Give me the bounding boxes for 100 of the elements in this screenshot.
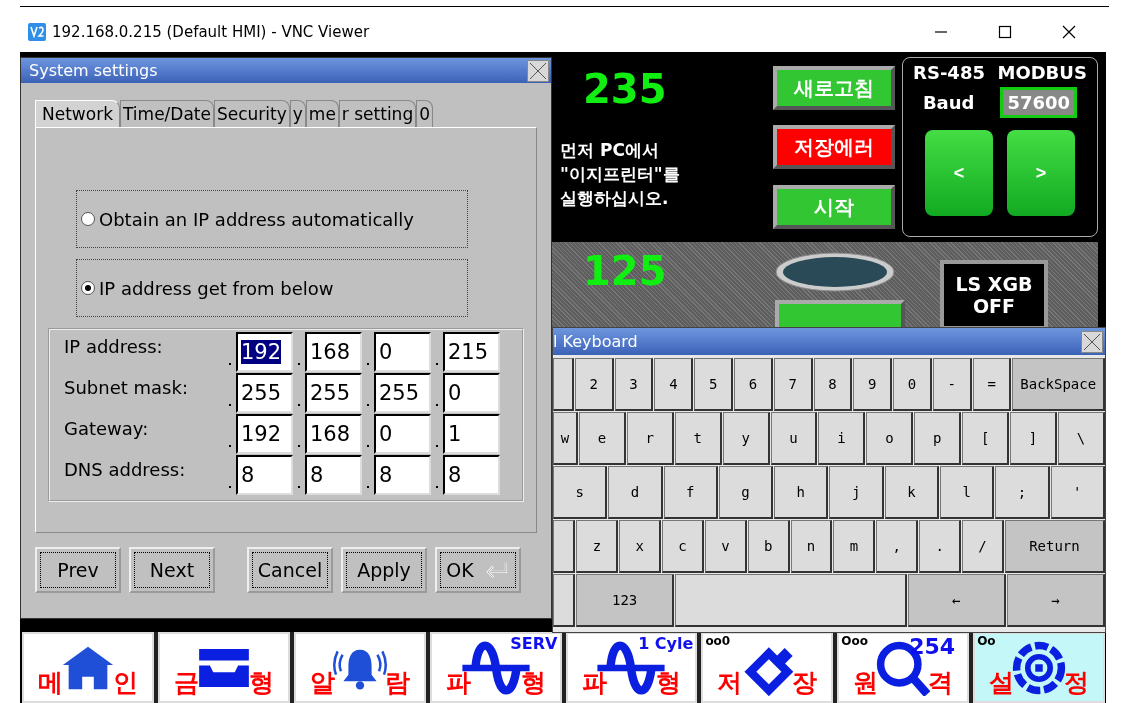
keyboard-key[interactable] (553, 574, 576, 627)
keyboard-key[interactable]: → (1006, 574, 1105, 627)
keyboard-key[interactable]: g (718, 466, 774, 519)
input-field[interactable]: 192 (236, 414, 293, 454)
input-field[interactable]: 8 (305, 455, 362, 495)
keyboard-key[interactable]: - (932, 358, 972, 411)
nav-button[interactable]: Oo 설 정 (973, 632, 1105, 703)
keyboard-key[interactable]: [ (962, 412, 1010, 465)
keyboard-key[interactable]: p (914, 412, 962, 465)
keyboard-key[interactable]: y (722, 412, 770, 465)
input-field[interactable]: 255 (305, 373, 362, 413)
tab[interactable]: Time/Date (120, 100, 214, 127)
keyboard-key[interactable]: 4 (654, 358, 694, 411)
keyboard-key[interactable]: 9 (853, 358, 893, 411)
nav-label: 메 (38, 667, 63, 699)
input-field[interactable]: 8 (236, 455, 293, 495)
keyboard-key[interactable] (553, 358, 574, 411)
nav-button[interactable]: 1 Cyle 파 형 (565, 632, 698, 703)
keyboard-key[interactable]: h (774, 466, 829, 519)
keyboard-key[interactable]: d (608, 466, 663, 519)
tab[interactable]: Security (213, 100, 290, 127)
counter-value: 125 (583, 248, 667, 294)
keyboard-key[interactable]: 0 (893, 358, 932, 411)
keyboard-key[interactable]: = (972, 358, 1012, 411)
dialog-button[interactable]: Cancel (247, 547, 333, 593)
keyboard-key[interactable]: ] (1010, 412, 1057, 465)
nav-button[interactable]: 금 형 (157, 632, 290, 703)
keyboard-key[interactable]: t (674, 412, 722, 465)
keyboard-key[interactable]: k (884, 466, 940, 519)
keyboard-key[interactable]: s (553, 466, 608, 519)
keyboard-key[interactable]: BackSpace (1012, 358, 1105, 411)
keyboard-key[interactable]: j (829, 466, 884, 519)
window-title: 192.168.0.215 (Default HMI) - VNC Viewer (52, 23, 370, 41)
keyboard-key[interactable]: z (576, 520, 619, 573)
keyboard-key[interactable]: 8 (813, 358, 853, 411)
maximize-icon[interactable] (998, 25, 1012, 39)
keyboard-key[interactable]: w (553, 412, 578, 465)
keyboard-key[interactable]: f (663, 466, 718, 519)
nav-button[interactable]: Ooo 254 원 격 (837, 632, 970, 703)
nav-label: 원 (853, 667, 879, 699)
keyboard-key[interactable]: x (619, 520, 662, 573)
tab[interactable]: r setting (338, 100, 417, 127)
keyboard-key[interactable]: , (876, 520, 919, 573)
keyboard-key[interactable]: 3 (614, 358, 654, 411)
dialog-button[interactable]: Prev (35, 547, 121, 593)
keyboard-key[interactable]: n (790, 520, 833, 573)
radio-button[interactable] (81, 281, 95, 295)
baud-value: 57600 (1000, 87, 1078, 118)
nav-button[interactable]: SERV 파 형 (429, 632, 562, 703)
input-field[interactable]: 215 (443, 332, 500, 372)
keyboard-key[interactable]: i (818, 412, 866, 465)
tab[interactable]: me (305, 100, 339, 127)
keyboard-key[interactable]: l (940, 466, 995, 519)
nav-button[interactable]: oo0 저 장 (701, 632, 834, 703)
keyboard-key[interactable]: ' (1050, 466, 1105, 519)
tab[interactable]: 0 (416, 100, 434, 127)
input-field[interactable]: 168 (305, 332, 362, 372)
dialog-button[interactable]: Apply (341, 547, 427, 593)
keyboard-key[interactable] (553, 520, 576, 573)
dialog-button[interactable]: OK (435, 547, 521, 593)
input-field[interactable]: 0 (374, 414, 431, 454)
keyboard-key[interactable]: u (770, 412, 818, 465)
close-icon[interactable] (1062, 25, 1076, 39)
keyboard-key[interactable]: 6 (734, 358, 773, 411)
keyboard-key[interactable]: Return (1004, 520, 1105, 573)
keyboard-key[interactable]: o (866, 412, 914, 465)
tab[interactable]: Network (35, 100, 120, 127)
keyboard-key[interactable]: b (747, 520, 790, 573)
input-field[interactable]: 255 (374, 373, 431, 413)
keyboard-key[interactable]: . (919, 520, 961, 573)
keyboard-key[interactable]: ; (995, 466, 1050, 519)
keyboard-key[interactable]: m (833, 520, 876, 573)
input-field[interactable]: 0 (374, 332, 431, 372)
keyboard-key[interactable]: c (662, 520, 704, 573)
nav-button[interactable]: 메 인 (22, 632, 154, 703)
nav-label: 정 (1064, 667, 1089, 699)
keyboard-key[interactable]: r (626, 412, 674, 465)
nav-label: 저 (717, 667, 743, 699)
nav-button[interactable]: 알 람 (293, 632, 426, 703)
input-field[interactable]: 8 (443, 455, 500, 495)
input-field[interactable]: 8 (374, 455, 431, 495)
input-field[interactable]: 255 (236, 373, 293, 413)
input-field[interactable]: 0 (443, 373, 500, 413)
keyboard-key[interactable]: v (704, 520, 747, 573)
input-field[interactable]: 192 (236, 332, 293, 372)
keyboard-key[interactable]: 5 (694, 358, 733, 411)
keyboard-key[interactable]: 2 (574, 358, 614, 411)
keyboard-key[interactable]: ← (907, 574, 1006, 627)
input-field[interactable]: 168 (305, 414, 362, 454)
input-field[interactable]: 1 (443, 414, 500, 454)
dialog-button[interactable]: Next (129, 547, 215, 593)
hmi-button[interactable]: 저장에러 (773, 125, 895, 169)
space-key[interactable] (675, 574, 907, 627)
keyboard-key[interactable]: e (578, 412, 626, 465)
tab[interactable]: y (289, 100, 306, 127)
keyboard-key[interactable]: / (962, 520, 1004, 573)
radio-button[interactable] (81, 212, 95, 226)
keyboard-key[interactable]: \ (1058, 412, 1105, 465)
keyboard-key[interactable]: 7 (773, 358, 813, 411)
keyboard-key[interactable]: 123 (576, 574, 675, 627)
